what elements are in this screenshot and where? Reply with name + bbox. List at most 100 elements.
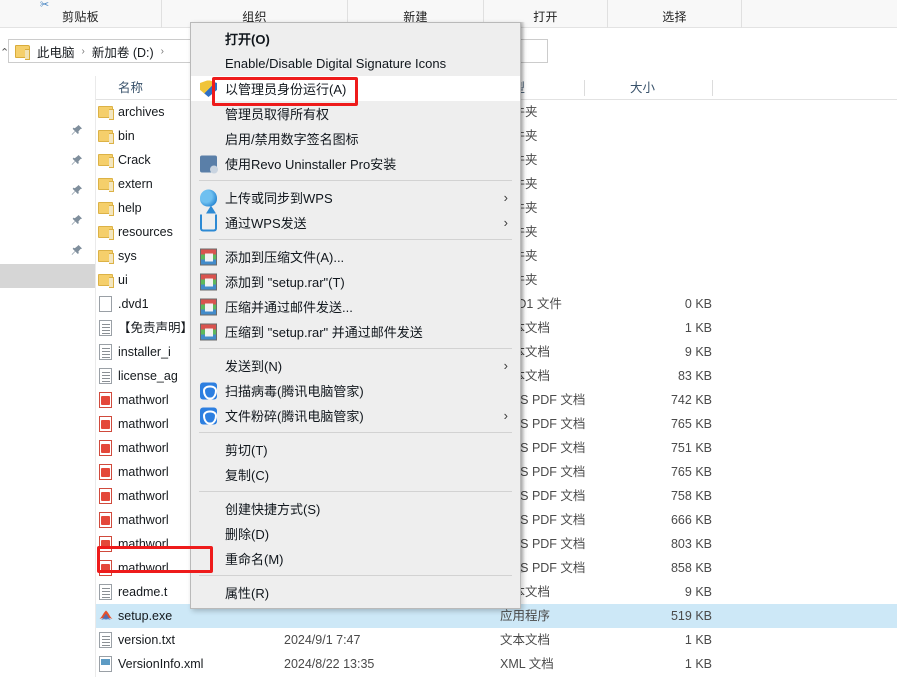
menu-item[interactable]: Enable/Disable Digital Signature Icons bbox=[191, 51, 520, 76]
context-menu[interactable]: 打开(O) Enable/Disable Digital Signature Ic… bbox=[190, 22, 521, 609]
menu-item[interactable]: 通过WPS发送› bbox=[191, 210, 520, 235]
menu-item-label: 通过WPS发送 bbox=[225, 213, 307, 232]
menu-item[interactable]: 管理员取得所有权 bbox=[191, 101, 520, 126]
menu-item[interactable]: 文件粉碎(腾讯电脑管家)› bbox=[191, 403, 520, 428]
application-icon bbox=[98, 608, 114, 624]
menu-item-label: 管理员取得所有权 bbox=[225, 104, 329, 123]
menu-item[interactable]: 重命名(M) bbox=[191, 546, 520, 571]
text-file-icon bbox=[99, 584, 112, 600]
file-size: 765 KB bbox=[596, 412, 712, 436]
menu-item-label: 复制(C) bbox=[225, 465, 269, 484]
menu-item[interactable]: 添加到 "setup.rar"(T) bbox=[191, 269, 520, 294]
nav-selected-item[interactable] bbox=[0, 264, 95, 288]
pin-icon[interactable] bbox=[69, 124, 83, 138]
menu-item[interactable]: 属性(R) bbox=[191, 580, 520, 605]
file-name: mathworl bbox=[118, 412, 169, 436]
navigation-pane[interactable] bbox=[0, 76, 96, 677]
generic-file-icon bbox=[99, 296, 112, 312]
column-header-name[interactable]: 名称 bbox=[118, 79, 143, 97]
menu-item[interactable]: 使用Revo Uninstaller Pro安装 bbox=[191, 151, 520, 176]
menu-item[interactable]: 压缩并通过邮件发送... bbox=[191, 294, 520, 319]
column-divider[interactable] bbox=[584, 80, 585, 96]
pdf-file-icon bbox=[99, 464, 112, 480]
folder-icon bbox=[98, 202, 113, 214]
xml-file-icon bbox=[99, 656, 112, 672]
file-name: VersionInfo.xml bbox=[118, 652, 203, 676]
file-size: 9 KB bbox=[596, 340, 712, 364]
breadcrumb-separator-icon: › bbox=[82, 46, 85, 57]
menu-item-label: 压缩并通过邮件发送... bbox=[225, 297, 353, 316]
file-name: mathworl bbox=[118, 556, 169, 580]
pin-icon[interactable] bbox=[69, 214, 83, 228]
chevron-right-icon: › bbox=[504, 358, 508, 373]
pin-icon[interactable] bbox=[69, 154, 83, 168]
pin-icon[interactable] bbox=[69, 244, 83, 258]
menu-item-label: 文件粉碎(腾讯电脑管家) bbox=[225, 406, 364, 425]
wps-cloud-icon bbox=[200, 189, 217, 206]
table-row[interactable]: version.txt2024/9/1 7:47文本文档1 KB bbox=[96, 628, 897, 652]
menu-item-label: 添加到压缩文件(A)... bbox=[225, 247, 344, 266]
file-name: mathworl bbox=[118, 484, 169, 508]
column-divider[interactable] bbox=[712, 80, 713, 96]
menu-separator bbox=[199, 180, 512, 181]
menu-separator bbox=[199, 432, 512, 433]
menu-item[interactable]: 添加到压缩文件(A)... bbox=[191, 244, 520, 269]
file-date: 2024/8/22 13:35 bbox=[284, 652, 374, 676]
text-file-icon bbox=[99, 632, 112, 648]
pdf-file-icon bbox=[99, 440, 112, 456]
menu-item[interactable]: 打开(O) bbox=[191, 26, 520, 51]
breadcrumb-item-this-pc[interactable]: 此电脑 bbox=[37, 42, 75, 61]
menu-separator bbox=[199, 348, 512, 349]
file-size: 0 KB bbox=[596, 292, 712, 316]
file-name: mathworl bbox=[118, 460, 169, 484]
file-name: mathworl bbox=[118, 532, 169, 556]
menu-item[interactable]: 以管理员身份运行(A) bbox=[191, 76, 520, 101]
file-name: setup.exe bbox=[118, 604, 172, 628]
menu-item[interactable]: 扫描病毒(腾讯电脑管家) bbox=[191, 378, 520, 403]
ribbon-group-4[interactable]: 选择 bbox=[608, 0, 742, 28]
menu-item-label: 打开(O) bbox=[225, 29, 270, 48]
table-row[interactable]: VersionInfo.xml2024/8/22 13:35XML 文档1 KB bbox=[96, 652, 897, 676]
menu-item[interactable]: 创建快捷方式(S) bbox=[191, 496, 520, 521]
file-name: bin bbox=[118, 124, 135, 148]
wps-share-icon bbox=[200, 214, 217, 231]
file-size: 666 KB bbox=[596, 508, 712, 532]
file-name: version.txt bbox=[118, 628, 175, 652]
file-name: help bbox=[118, 196, 142, 220]
menu-item[interactable]: 上传或同步到WPS› bbox=[191, 185, 520, 210]
menu-item-label: Enable/Disable Digital Signature Icons bbox=[225, 56, 446, 71]
folder-icon bbox=[98, 226, 113, 238]
text-file-icon bbox=[99, 320, 112, 336]
file-name: mathworl bbox=[118, 388, 169, 412]
menu-item[interactable]: 启用/禁用数字签名图标 bbox=[191, 126, 520, 151]
winrar-icon bbox=[200, 323, 217, 340]
menu-item[interactable]: 复制(C) bbox=[191, 462, 520, 487]
menu-item[interactable]: 删除(D) bbox=[191, 521, 520, 546]
file-size: 758 KB bbox=[596, 484, 712, 508]
file-name: mathworl bbox=[118, 436, 169, 460]
menu-item[interactable]: 剪切(T) bbox=[191, 437, 520, 462]
menu-item-label: 以管理员身份运行(A) bbox=[225, 79, 346, 98]
text-file-icon bbox=[99, 368, 112, 384]
pdf-file-icon bbox=[99, 560, 112, 576]
column-header-size[interactable]: 大小 bbox=[630, 79, 655, 97]
menu-item-label: 属性(R) bbox=[225, 583, 269, 602]
folder-icon bbox=[98, 154, 113, 166]
pin-icon[interactable] bbox=[69, 184, 83, 198]
breadcrumb-item-drive[interactable]: 新加卷 (D:) bbox=[92, 42, 154, 61]
winrar-icon bbox=[200, 298, 217, 315]
menu-item[interactable]: 发送到(N)› bbox=[191, 353, 520, 378]
ribbon-group-label: 剪贴板 bbox=[62, 8, 99, 25]
menu-item[interactable]: 压缩到 "setup.rar" 并通过邮件发送 bbox=[191, 319, 520, 344]
file-explorer-window: ✂ 剪贴板组织新建打开选择 ⌃ 此电脑 › 新加卷 (D:) › 名称 类型 大… bbox=[0, 0, 897, 677]
folder-icon bbox=[98, 130, 113, 142]
file-size: 1 KB bbox=[596, 316, 712, 340]
file-name: archives bbox=[118, 100, 165, 124]
folder-icon bbox=[98, 106, 113, 118]
folder-icon bbox=[98, 250, 113, 262]
file-name: Crack bbox=[118, 148, 151, 172]
ribbon-group-0[interactable]: 剪贴板 bbox=[0, 0, 162, 28]
tencent-manager-icon bbox=[200, 382, 217, 399]
file-name: resources bbox=[118, 220, 173, 244]
file-name: ui bbox=[118, 268, 128, 292]
